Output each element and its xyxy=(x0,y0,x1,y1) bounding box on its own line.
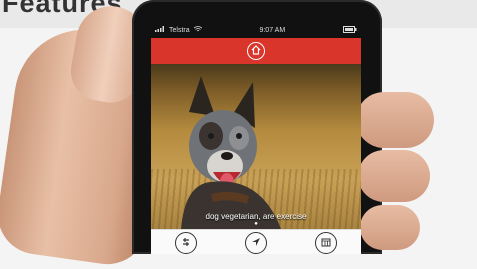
status-time: 9:07 AM xyxy=(259,26,286,34)
app-bar xyxy=(151,38,361,64)
battery-icon xyxy=(343,25,357,35)
dog-image xyxy=(181,76,281,229)
sliders-icon xyxy=(181,234,191,252)
tab-navigate[interactable] xyxy=(245,231,267,254)
navigation-arrow-icon xyxy=(251,234,261,252)
tab-bar xyxy=(151,229,361,254)
finger-1 xyxy=(356,92,434,148)
tab-filters[interactable] xyxy=(175,231,197,254)
wifi-icon xyxy=(193,26,202,34)
finger-3 xyxy=(360,205,420,250)
tab-calendar[interactable] xyxy=(315,231,337,254)
photo-caption: dog vegetarian, are exercise xyxy=(205,212,307,221)
calendar-icon xyxy=(321,234,331,252)
dog-photo[interactable]: dog vegetarian, are exercise ● xyxy=(151,64,361,229)
phone-screen: Telstra 9:07 AM dog vegetarian, are exer… xyxy=(151,22,361,254)
status-bar: Telstra 9:07 AM xyxy=(151,22,361,38)
carrier-label: Telstra xyxy=(169,26,190,34)
home-button[interactable] xyxy=(247,42,265,60)
finger-2 xyxy=(358,150,430,202)
home-icon xyxy=(251,42,261,60)
signal-bars-icon xyxy=(155,26,165,34)
page-indicator-dot: ● xyxy=(254,221,258,227)
